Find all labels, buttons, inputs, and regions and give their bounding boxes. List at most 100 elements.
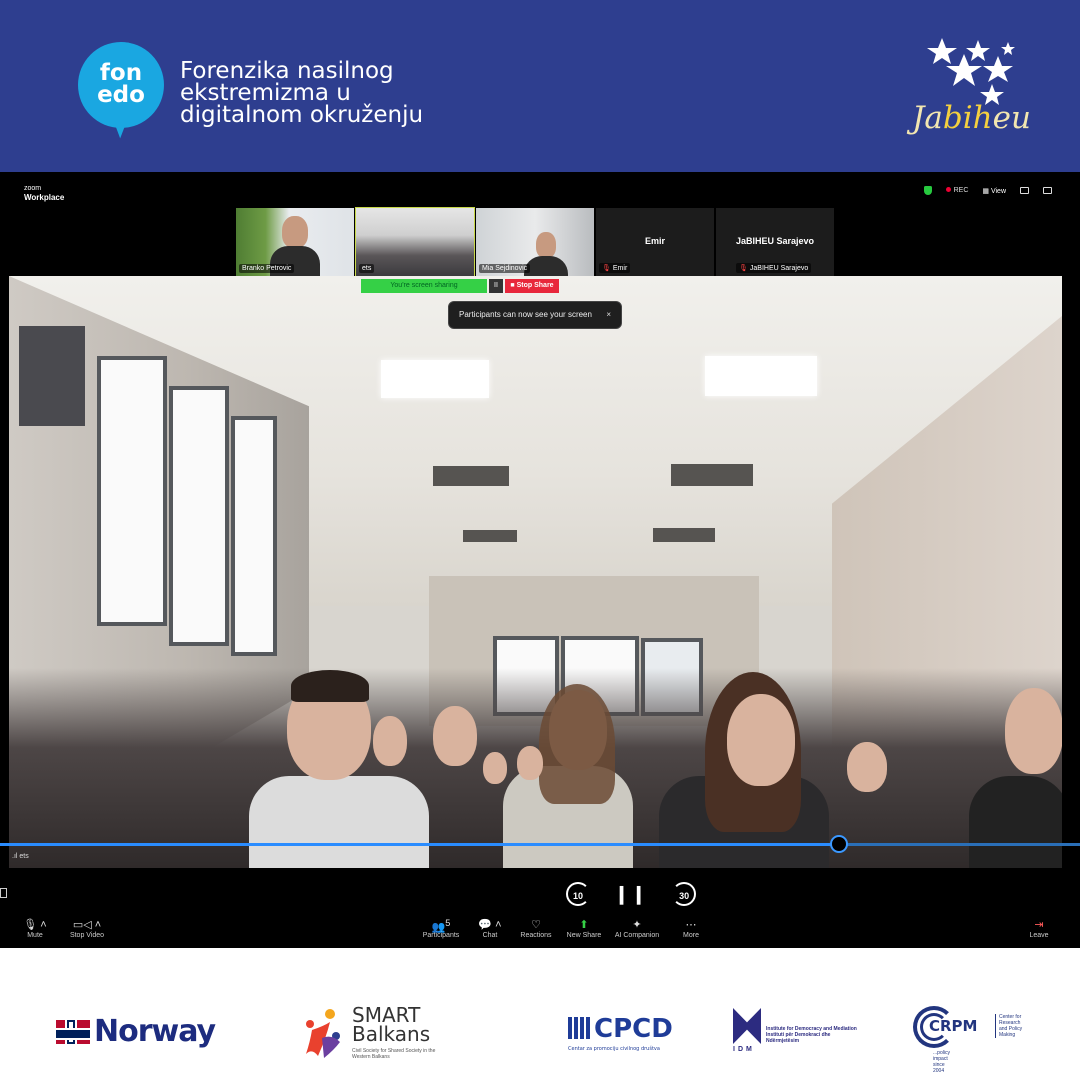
smart-balkans-figures-icon [306, 1009, 340, 1058]
toolbar-label: Leave [1029, 932, 1049, 939]
participant-tile[interactable]: Emir 🎙 Emir [596, 208, 714, 276]
camera-icon: ▭◁ ˄ [72, 919, 102, 931]
rewind-seconds: 10 [572, 891, 583, 901]
view-button[interactable]: ▦ View [982, 187, 1006, 195]
screen-share-bar: You're screen sharing II ■ Stop Share [361, 279, 559, 293]
mute-button[interactable]: 🎙 ˄ Mute [10, 918, 60, 939]
smart-balkans-name: SMART Balkans [352, 1003, 431, 1046]
new-share-button[interactable]: ⬆ New Share [559, 918, 609, 939]
participant-count: 5 [445, 918, 451, 928]
stop-share-label: Stop Share [516, 282, 554, 289]
video-source-label: .ıl ets [12, 853, 29, 860]
participant-face [536, 232, 556, 258]
pause-share-button[interactable]: II [489, 279, 503, 293]
screen-sharing-status: You're screen sharing [361, 279, 487, 293]
toolbar-label: More [683, 932, 699, 939]
cpcd-logo: CPCD Centar za promociju civilnog društv… [568, 1014, 673, 1052]
playback-progress-bar[interactable] [0, 835, 1080, 853]
ceiling-vent [463, 530, 517, 542]
sparkle-icon: ✦ [632, 919, 642, 931]
header-banner: fon edo Forenzika nasilnog ekstremizma u… [0, 0, 1080, 172]
jabiheu-logo-post: eu [992, 100, 1031, 136]
participant-body [524, 256, 568, 276]
ai-companion-button[interactable]: ✦ AI Companion [612, 918, 662, 939]
student [249, 776, 429, 868]
participant-face [282, 216, 308, 248]
view-label: View [990, 187, 1006, 195]
participant-tile-active[interactable]: ets [355, 207, 475, 277]
ceiling-vent [671, 464, 753, 486]
participant-name: Mia Sejdinovic [479, 264, 531, 273]
student-face [847, 742, 887, 792]
window [97, 356, 167, 626]
leave-icon: ⇥ [1034, 919, 1044, 931]
student-face [517, 746, 543, 780]
jabiheu-logo-pre: Ja [912, 100, 943, 136]
participant-name: Emir [612, 265, 628, 272]
document-icon[interactable] [0, 888, 7, 898]
student-face [433, 706, 477, 766]
rewind-10-button[interactable]: 10 [566, 882, 590, 906]
window-mode-icon[interactable] [1020, 187, 1029, 194]
participant-tile[interactable]: JaBIHEU Sarajevo 🎙 JaBIHEU Sarajevo [716, 208, 834, 276]
rec-label: REC [953, 187, 969, 194]
toolbar-label: Participants [422, 932, 460, 939]
pause-icon[interactable]: ❙❙ [614, 884, 648, 905]
wall-screen [19, 326, 85, 426]
stop-video-button[interactable]: ▭◁ ˄ Stop Video [62, 918, 112, 939]
smart-balkans-sub: Civil Society for Shared Society in the … [352, 1048, 436, 1060]
toolbar-label: Mute [27, 932, 43, 939]
crpm-tagline: ...policy impact since 2004 [933, 1050, 950, 1074]
share-notification: Participants can now see your screen × [448, 301, 622, 329]
close-icon[interactable]: × [606, 302, 611, 328]
participant-name-tag: 🎙 JaBIHEU Sarajevo [736, 263, 812, 273]
stop-share-button[interactable]: ■ Stop Share [505, 279, 559, 293]
fullscreen-icon[interactable] [1043, 187, 1052, 194]
security-shield-icon[interactable] [923, 186, 932, 195]
student [969, 776, 1062, 868]
participant-name: Branko Petrovic [239, 264, 295, 273]
participant-display-name: JaBIHEU Sarajevo [735, 236, 815, 246]
forward-30-button[interactable]: 30 [672, 882, 697, 906]
norway-text: Norway [94, 1014, 216, 1049]
idm-letters: IDM [733, 1046, 755, 1053]
shared-screen-video[interactable] [9, 276, 1062, 868]
fonedo-logo: fon edo [78, 42, 164, 128]
student-face [727, 694, 795, 786]
banner-title: Forenzika nasilnog ekstremizma u digital… [180, 58, 424, 128]
meeting-toolbar: 🎙 ˄ Mute ▭◁ ˄ Stop Video 👥5 Participants 💬 … [0, 916, 1080, 948]
idm-mark-icon [733, 1008, 761, 1044]
progress-fill [0, 843, 841, 846]
toolbar-label: Reactions [520, 932, 552, 939]
reactions-button[interactable]: ♡ Reactions [511, 918, 561, 939]
meeting-top-controls: REC ▦ View [923, 186, 1052, 195]
participant-name: ets [359, 264, 375, 273]
norway-flag-icon [56, 1019, 90, 1044]
jabiheu-logo: Jabiheu [912, 100, 1031, 136]
student-face [373, 716, 407, 766]
zoom-meeting-window: zoom Workplace REC ▦ View Branko Petrovi… [0, 172, 1080, 948]
ceiling-light [705, 356, 817, 396]
notification-text: Participants can now see your screen [459, 310, 592, 319]
cpcd-sub: Centar za promociju civilnog društva [568, 1046, 660, 1052]
zoom-app-name: zoom [24, 185, 42, 192]
zoom-app-logo: zoom Workplace [24, 184, 64, 203]
toolbar-label: Stop Video [69, 932, 105, 939]
mic-muted-icon: 🎙 [602, 265, 611, 272]
leave-button[interactable]: ⇥ Leave [1014, 918, 1064, 939]
participant-tile[interactable]: Mia Sejdinovic [476, 208, 594, 276]
student-face [483, 752, 507, 784]
participants-button[interactable]: 👥5 Participants [416, 918, 466, 939]
ceiling-vent [653, 528, 715, 542]
toolbar-label: Chat [482, 932, 498, 939]
student-hair [291, 670, 369, 702]
student-face [1005, 688, 1062, 774]
heart-icon: ♡ [531, 919, 541, 931]
more-button[interactable]: ⋯ More [666, 918, 716, 939]
chat-icon: 💬 ˄ [478, 919, 502, 931]
participant-tile[interactable]: Branko Petrovic [236, 208, 354, 276]
window [231, 416, 277, 656]
ceiling-light [381, 360, 489, 398]
forward-seconds: 30 [679, 891, 690, 901]
chat-button[interactable]: 💬 ˄ Chat [465, 918, 515, 939]
